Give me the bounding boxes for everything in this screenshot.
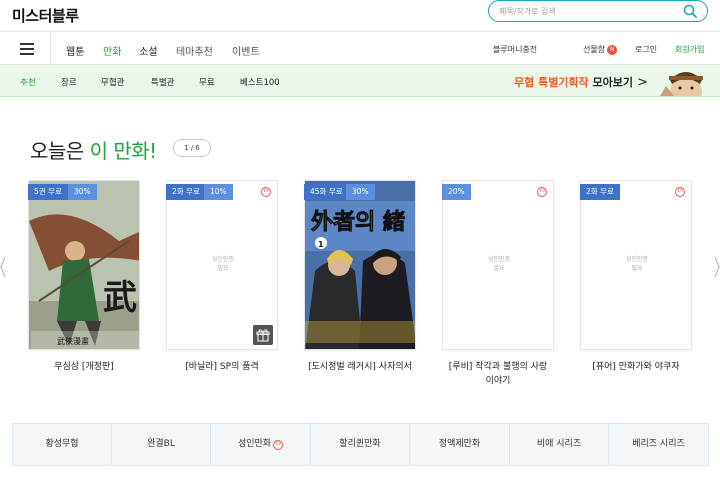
adult-msg-line: 성인인증 <box>487 256 511 263</box>
adult-msg-line: 성인인증 <box>625 256 649 263</box>
promo-banner-link[interactable]: 무협 특별기획작 모아보기 > <box>514 74 648 90</box>
carousel-pager: 1 / 6 <box>173 139 211 157</box>
subtab-free[interactable]: 무료 <box>199 76 215 88</box>
adult-msg-line: 필요 <box>493 265 505 272</box>
tab-webtoon[interactable]: 웹툰 <box>66 43 84 58</box>
promo-arrow: > <box>637 75 648 90</box>
promo-highlight: 무협 특별기획작 <box>514 76 589 89</box>
comic-title[interactable]: 무심삼 [개정판] <box>14 360 154 374</box>
nav-divider <box>50 33 51 65</box>
gift-icon[interactable] <box>253 325 273 345</box>
age-19-badge: 19 <box>261 187 271 197</box>
tab-event[interactable]: 이벤트 <box>232 43 260 58</box>
adult-msg-line: 필요 <box>217 265 229 272</box>
discount-badge: 30% <box>346 184 375 200</box>
comic-card[interactable]: 성인인증 필요 19 2화 무료 [퓨어] 만화가와 야쿠자 <box>580 180 692 372</box>
adult-verification-message: 성인인증필요 <box>167 255 277 273</box>
adult-msg-line: 성인인증 <box>211 256 235 263</box>
subtab-best100[interactable]: 베스트100 <box>240 76 280 88</box>
free-episodes-badge: 2화 무료 <box>580 184 620 200</box>
comic-title[interactable]: [루비] 착각과 불행의 사랑이야기 <box>428 360 568 388</box>
comic-card[interactable]: 武 武俠漫畫 5권 무료 30% 무심삼 [개정판] <box>28 180 140 372</box>
category-hwangsung-muhyup[interactable]: 황성무협 <box>13 424 112 465</box>
cover-title-text: 外者의 緒 <box>311 209 405 235</box>
comic-cover[interactable]: 外者의 緒 1 <box>304 180 416 350</box>
tab-theme[interactable]: 테마추천 <box>176 43 213 58</box>
subtab-special[interactable]: 특별관 <box>151 76 174 88</box>
subtab-recommend[interactable]: 추천 <box>20 76 36 88</box>
discount-badge: 10% <box>204 184 233 200</box>
category-label: 성인만화 <box>237 439 272 449</box>
gift-box-link[interactable]: 선물함 N <box>583 44 618 55</box>
free-episodes-badge: 2화 무료 <box>166 184 206 200</box>
hamburger-menu-icon[interactable] <box>20 43 34 55</box>
gift-box-label: 선물함 <box>583 45 606 54</box>
free-episodes-badge: 5권 무료 <box>28 184 68 200</box>
comic-cover[interactable]: 武 武俠漫畫 <box>28 180 140 350</box>
comic-cover[interactable]: 성인인증필요 19 <box>166 180 278 350</box>
category-flat-rate[interactable]: 정액제만화 <box>410 424 510 465</box>
comic-title[interactable]: [바닐라] SP의 품격 <box>152 360 292 374</box>
cover-volume-text: 1 <box>318 240 324 249</box>
cover-subtitle-text: 武俠漫畫 <box>57 336 89 346</box>
tab-novel[interactable]: 소설 <box>139 43 157 58</box>
age-19-badge: 19 <box>273 440 284 450</box>
comic-cover[interactable]: 성인인증필요 19 <box>442 180 554 350</box>
free-episodes-badge: 45화 무료 <box>304 184 349 200</box>
section-title-highlight: 이 만화! <box>89 139 158 163</box>
join-link[interactable]: 회원가입 <box>675 44 704 55</box>
section-title: 오늘은 이 만화! <box>30 135 157 164</box>
adult-verification-message: 성인인증필요 <box>443 255 553 273</box>
age-19-badge: 19 <box>675 187 685 197</box>
comic-title-line: [루비] 착각과 불행의 사랑 <box>448 362 548 372</box>
comic-title[interactable]: [퓨어] 만화가와 야쿠자 <box>566 360 706 374</box>
carousel-next-icon[interactable] <box>714 255 720 279</box>
discount-badge: 20% <box>442 184 471 200</box>
category-bar: 황성무협 완결BL 성인만화 19 할리퀸만화 정액제만화 비애 시리즈 베리즈 … <box>12 423 709 466</box>
login-link[interactable]: 로그인 <box>635 44 657 55</box>
discount-badge: 30% <box>68 184 97 200</box>
cover-art-saja: 外者의 緒 1 <box>305 181 415 349</box>
main-nav: 웹툰 만화 소설 테마추천 이벤트 블루머니충전 선물함 N 로그인 회원가입 <box>0 33 720 65</box>
section-title-prefix: 오늘은 <box>30 139 84 163</box>
site-logo[interactable]: 미스터블루 <box>12 5 79 26</box>
comic-card[interactable]: 外者의 緒 1 45화 무료 30% [도시정벌 레거시] 사자의서 <box>304 180 416 372</box>
age-19-badge: 19 <box>537 187 547 197</box>
comic-card[interactable]: 성인인증필요 19 20% [루비] 착각과 불행의 사랑이야기 <box>442 180 554 386</box>
cover-art-moosimsam: 武 武俠漫畫 <box>29 181 139 349</box>
promo-text: 모아보기 <box>592 76 633 89</box>
carousel-prev-icon[interactable] <box>0 255 6 279</box>
charge-link[interactable]: 블루머니충전 <box>493 44 537 55</box>
adult-verification-message: 성인인증필요 <box>581 255 691 273</box>
cover-title-text: 武 <box>103 278 137 318</box>
top-header: 미스터블루 <box>0 0 720 32</box>
new-badge: N <box>607 45 618 55</box>
adult-msg-line: 필요 <box>631 265 643 272</box>
category-biae-series[interactable]: 비애 시리즈 <box>510 424 609 465</box>
search-icon[interactable] <box>683 4 697 18</box>
category-berries-series[interactable]: 베리즈 시리즈 <box>609 424 708 465</box>
category-adult-manga[interactable]: 성인만화 19 <box>211 424 311 465</box>
tab-manga[interactable]: 만화 <box>103 43 121 58</box>
promo-character-image[interactable] <box>660 66 712 96</box>
sub-nav: 추천 장르 무협관 특별관 무료 베스트100 무협 특별기획작 모아보기 > <box>0 65 720 97</box>
comic-title[interactable]: [도시정벌 레거시] 사자의서 <box>290 360 430 374</box>
search-box[interactable] <box>488 0 708 22</box>
search-input[interactable] <box>499 4 669 18</box>
comic-title-line: 이야기 <box>485 376 511 386</box>
category-complete-bl[interactable]: 완결BL <box>112 424 211 465</box>
comic-card[interactable]: 성인인증 필요 19 2화 무료 10% [바닐라] SP의 품격 <box>166 180 278 372</box>
subtab-genre[interactable]: 장르 <box>61 76 77 88</box>
category-harlequin[interactable]: 할리퀸만화 <box>311 424 410 465</box>
subtab-martial[interactable]: 무협관 <box>101 76 124 88</box>
comic-cover[interactable]: 성인인증필요 19 <box>580 180 692 350</box>
